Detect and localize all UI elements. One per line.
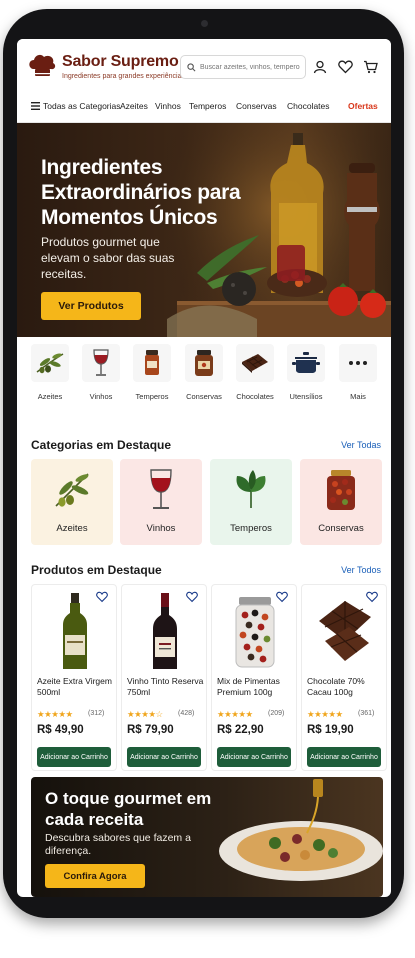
rating-stars: ★★★★★ xyxy=(37,709,73,719)
product-card[interactable]: Chocolate 70% Cacau 100g ★★★★★ (361) R$ … xyxy=(301,584,387,771)
product-card[interactable]: Vinho Tinto Reserva 750ml ★★★★☆ (428) R$… xyxy=(121,584,207,771)
featured-category-conservas[interactable]: Conservas xyxy=(300,459,382,545)
add-to-cart-button[interactable]: Adicionar ao Carrinho xyxy=(127,747,201,767)
product-price: R$ 79,90 xyxy=(127,724,174,736)
rating-stars: ★★★★★ xyxy=(307,709,343,719)
search-icon xyxy=(187,62,196,71)
strip-label: Temperos xyxy=(135,392,169,401)
strip-item-temperos[interactable]: Temperos xyxy=(127,344,177,401)
chocolate-bar-icon xyxy=(242,354,268,373)
add-to-cart-button[interactable]: Adicionar ao Carrinho xyxy=(217,747,291,767)
review-count: (428) xyxy=(178,710,195,717)
category-nav: Todas as Categorias Azeites Vinhos Tempe… xyxy=(17,97,391,119)
strip-item-mais[interactable]: Mais xyxy=(333,344,383,401)
featured-category-azeites[interactable]: Azeites xyxy=(31,459,113,545)
hero-subtitle: Produtos gourmet que elevam o sabor das … xyxy=(41,235,175,281)
chef-hat-logo-icon[interactable] xyxy=(27,51,57,81)
strip-label: Conservas xyxy=(186,392,222,401)
promo-banner: O toque gourmet em cada receita Descubra… xyxy=(31,777,383,897)
see-all-products-link[interactable]: Ver Todos xyxy=(341,565,381,575)
strip-item-conservas[interactable]: Conservas xyxy=(179,344,229,401)
olive-oil-bottle-image xyxy=(63,593,87,669)
nav-item-conservas[interactable]: Conservas xyxy=(236,101,277,111)
hero-title: Ingredientes Extraordinários para Moment… xyxy=(41,156,241,229)
nav-item-vinhos[interactable]: Vinhos xyxy=(155,101,181,111)
menu-icon xyxy=(31,102,40,110)
product-card[interactable]: Azeite Extra Virgem 500ml ★★★★★ (312) R$… xyxy=(31,584,117,771)
promo-subtitle: Descubra sabores que fazem a diferença. xyxy=(45,832,191,857)
front-camera xyxy=(201,20,208,27)
review-count: (361) xyxy=(358,710,375,717)
strip-label: Vinhos xyxy=(89,392,113,401)
olive-branch-icon xyxy=(55,473,89,507)
featured-category-label: Vinhos xyxy=(146,523,176,534)
featured-category-label: Temperos xyxy=(230,523,272,534)
product-price: R$ 49,90 xyxy=(37,724,84,736)
preserve-jar-icon xyxy=(327,470,355,510)
featured-products-title: Produtos em Destaque xyxy=(31,563,162,577)
pepper-jar-image xyxy=(235,597,275,668)
cart-icon[interactable] xyxy=(360,57,380,77)
product-name[interactable]: Mix de Pimentas Premium 100g xyxy=(217,676,295,698)
phone-frame: Sabor Supremo Ingredientes para grandes … xyxy=(3,9,404,918)
basil-leaves-icon xyxy=(236,470,266,508)
featured-categories-title: Categorias em Destaque xyxy=(31,438,172,452)
add-to-cart-button[interactable]: Adicionar ao Carrinho xyxy=(37,747,111,767)
site-header: Sabor Supremo Ingredientes para grandes … xyxy=(17,39,391,123)
brand-subtitle: Ingredientes para grandes experiências xyxy=(62,73,185,80)
nav-item-chocolates[interactable]: Chocolates xyxy=(287,101,330,111)
search-box[interactable] xyxy=(180,55,306,79)
product-card[interactable]: Mix de Pimentas Premium 100g ★★★★★ (209)… xyxy=(211,584,297,771)
app-screen: Sabor Supremo Ingredientes para grandes … xyxy=(17,39,391,897)
nav-item-azeites[interactable]: Azeites xyxy=(120,101,148,111)
pot-icon xyxy=(292,352,320,373)
olive-branch-icon xyxy=(36,353,64,374)
review-count: (209) xyxy=(268,710,285,717)
nav-all-categories[interactable]: Todas as Categorias xyxy=(31,101,121,111)
featured-category-temperos[interactable]: Temperos xyxy=(210,459,292,545)
featured-category-label: Azeites xyxy=(56,523,88,534)
product-price: R$ 19,90 xyxy=(307,724,354,736)
preserve-jar-icon xyxy=(195,350,213,376)
rating-stars: ★★★★★ xyxy=(217,709,253,719)
promo-title: O toque gourmet em cada receita xyxy=(45,789,212,829)
featured-category-label: Conservas xyxy=(318,523,364,534)
strip-item-utensilios[interactable]: Utensílios xyxy=(281,344,331,401)
product-name[interactable]: Azeite Extra Virgem 500ml xyxy=(37,676,115,698)
view-products-button[interactable]: Ver Produtos xyxy=(41,292,141,320)
add-to-cart-button[interactable]: Adicionar ao Carrinho xyxy=(307,747,381,767)
nav-all-categories-label: Todas as Categorias xyxy=(43,101,121,111)
category-icon-strip: Azeites Vinhos Temperos Conservas Chocol… xyxy=(17,344,391,414)
wine-bottle-image xyxy=(153,593,177,669)
strip-label: Chocolates xyxy=(236,392,274,401)
chocolate-bar-image xyxy=(319,601,371,661)
see-all-categories-link[interactable]: Ver Todas xyxy=(341,440,381,450)
strip-item-chocolates[interactable]: Chocolates xyxy=(230,344,280,401)
featured-category-vinhos[interactable]: Vinhos xyxy=(120,459,202,545)
check-it-out-button[interactable]: Confira Agora xyxy=(45,864,145,888)
rating-stars: ★★★★☆ xyxy=(127,709,163,719)
gourmet-dish-image xyxy=(219,779,383,881)
nav-item-ofertas[interactable]: Ofertas xyxy=(348,101,378,111)
review-count: (312) xyxy=(88,710,105,717)
wine-glass-icon xyxy=(93,349,109,376)
wine-glass-icon xyxy=(150,469,172,509)
spice-jar-icon xyxy=(145,350,159,375)
product-name[interactable]: Chocolate 70% Cacau 100g xyxy=(307,676,385,698)
strip-item-azeites[interactable]: Azeites xyxy=(25,344,75,401)
brand-title[interactable]: Sabor Supremo xyxy=(62,53,179,71)
nav-item-temperos[interactable]: Temperos xyxy=(189,101,226,111)
strip-item-vinhos[interactable]: Vinhos xyxy=(76,344,126,401)
product-price: R$ 22,90 xyxy=(217,724,264,736)
user-icon[interactable] xyxy=(310,57,330,77)
more-dots-icon xyxy=(349,361,367,365)
product-name[interactable]: Vinho Tinto Reserva 750ml xyxy=(127,676,205,698)
hero-banner: Ingredientes Extraordinários para Moment… xyxy=(17,123,391,337)
strip-label: Utensílios xyxy=(289,392,323,401)
strip-label: Mais xyxy=(350,392,366,401)
heart-icon[interactable] xyxy=(335,57,355,77)
strip-label: Azeites xyxy=(37,392,63,401)
search-input[interactable] xyxy=(200,63,300,71)
